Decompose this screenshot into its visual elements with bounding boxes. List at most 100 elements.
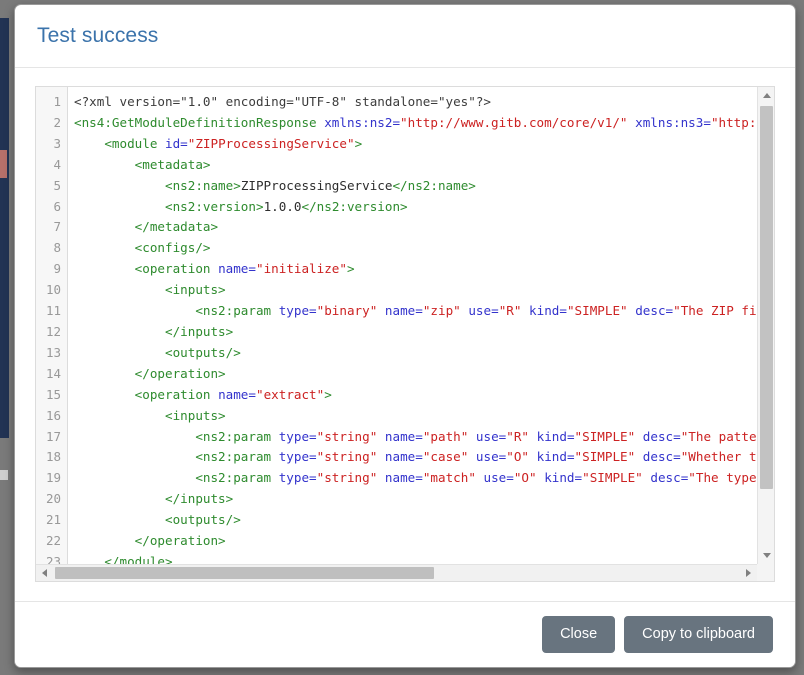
code-token-val: "string": [316, 470, 378, 486]
line-number: 10: [45, 282, 61, 298]
line-number: 1: [53, 94, 61, 109]
code-token-tag: <ns2:param: [74, 449, 279, 465]
code-token-txt: ZIPProcessingService: [240, 177, 393, 193]
code-token-tag: </operation>: [74, 533, 226, 549]
code-token-tag: </ns2:version>: [301, 198, 408, 214]
code-line: <operation name="extract">: [74, 385, 757, 406]
code-token-tag: >: [324, 386, 332, 402]
close-button[interactable]: Close: [542, 615, 616, 654]
code-line: <outputs/>: [74, 343, 757, 364]
modal-body: 123456789101112131415161718192021222324 …: [15, 68, 795, 602]
vertical-scrollbar-thumb[interactable]: [760, 106, 773, 489]
code-line: </operation>: [74, 531, 757, 552]
code-line: <ns2:param type="string" name="match" us…: [74, 468, 757, 489]
code-token-val: "O": [513, 470, 537, 486]
code-token-tag: <metadata>: [74, 156, 211, 172]
code-token-val: "match": [422, 470, 476, 486]
horizontal-scrollbar[interactable]: [36, 564, 774, 581]
scroll-down-arrow-icon[interactable]: [758, 547, 774, 564]
code-token-val: "case": [422, 449, 469, 465]
code-token-val: "string": [316, 449, 378, 465]
scroll-left-arrow-icon[interactable]: [36, 565, 53, 581]
line-number: 11: [45, 303, 61, 319]
code-scroll-area: 123456789101112131415161718192021222324 …: [36, 87, 757, 564]
code-token-tag: >: [346, 261, 355, 277]
code-token-tag: <configs/>: [74, 240, 211, 256]
code-token-val: "Whether the: [680, 449, 757, 465]
code-line: <ns2:param type="binary" name="zip" use=…: [74, 301, 757, 322]
line-number: 19: [45, 470, 61, 486]
line-number: 6: [53, 198, 61, 214]
code-token-val: "O": [506, 449, 530, 465]
code-token-val: "ZIPProcessingService": [187, 135, 355, 151]
copy-to-clipboard-button[interactable]: Copy to clipboard: [624, 615, 773, 654]
line-number: 7: [53, 219, 61, 235]
line-number: 12: [45, 323, 61, 339]
vertical-scrollbar[interactable]: [757, 87, 774, 564]
code-line: <inputs>: [74, 406, 757, 427]
test-success-modal: Test success 1 2 3 4 5 6 7 8 9 10 11 12 13 14 15 16 17 18…: [14, 4, 796, 668]
background-sidebar: [0, 18, 9, 438]
code-token-val: "R": [506, 428, 530, 444]
code-content[interactable]: <?xml version="1.0" encoding="UTF-8" sta…: [68, 87, 757, 564]
modal-title: Test success: [37, 24, 159, 47]
line-number: 18: [45, 449, 61, 465]
code-line: <operation name="initialize">: [74, 259, 757, 280]
line-number: 13: [45, 344, 61, 360]
code-line: </module>: [74, 552, 757, 564]
code-line: </inputs>: [74, 322, 757, 343]
code-token-tag: <operation: [74, 386, 219, 402]
code-line: <?xml version="1.0" encoding="UTF-8" sta…: [74, 92, 757, 113]
code-token-txt: 1.0.0: [263, 198, 302, 214]
code-token-val: "initialize": [255, 261, 347, 277]
code-token-attr: name=: [218, 386, 256, 402]
code-token-tag: </operation>: [74, 365, 226, 381]
code-token-attr: desc=: [642, 428, 681, 444]
line-number: 3: [53, 135, 61, 151]
code-line: <outputs/>: [74, 510, 757, 531]
code-token-attr: use=: [468, 303, 499, 319]
scroll-up-arrow-icon[interactable]: [758, 87, 774, 104]
line-number: 2: [53, 114, 61, 130]
code-token-tag: <module: [74, 135, 165, 151]
horizontal-scrollbar-thumb[interactable]: [55, 567, 434, 579]
code-token-val: "The type of: [688, 470, 757, 486]
code-token-attr: name=: [384, 449, 423, 465]
xml-code-viewer[interactable]: 123456789101112131415161718192021222324 …: [35, 86, 775, 582]
code-token-tag: </ns2:name>: [392, 177, 476, 193]
code-token-tag: <outputs/>: [74, 512, 241, 528]
scroll-right-arrow-icon[interactable]: [740, 565, 757, 581]
line-number: 20: [45, 491, 61, 507]
code-token-val: "http://www.gitb.com/core/v1/": [400, 114, 628, 130]
code-token-val: "http://w: [710, 114, 757, 130]
scrollbar-corner: [757, 564, 774, 581]
code-token-attr: id=: [165, 135, 188, 151]
code-token-attr: desc=: [642, 449, 681, 465]
code-token-attr: use=: [483, 470, 514, 486]
code-line: <metadata>: [74, 155, 757, 176]
code-token-attr: kind=: [536, 449, 575, 465]
line-number: 8: [53, 240, 61, 256]
code-token-val: "The ZIP file: [673, 303, 757, 319]
code-token-tag: <inputs>: [74, 407, 226, 423]
code-token-tag: <ns2:param: [74, 470, 279, 486]
line-number-gutter: 123456789101112131415161718192021222324: [36, 87, 68, 564]
code-token-attr: type=: [278, 470, 317, 486]
code-token-val: "SIMPLE": [566, 303, 628, 319]
code-line: </inputs>: [74, 489, 757, 510]
code-token-tag: <ns2:param: [74, 303, 279, 319]
code-token-val: "zip": [422, 303, 461, 319]
code-token-val: "The pattern: [680, 428, 757, 444]
background-strip-upper: [0, 150, 7, 178]
code-token-tag: <ns2:version>: [74, 198, 264, 214]
